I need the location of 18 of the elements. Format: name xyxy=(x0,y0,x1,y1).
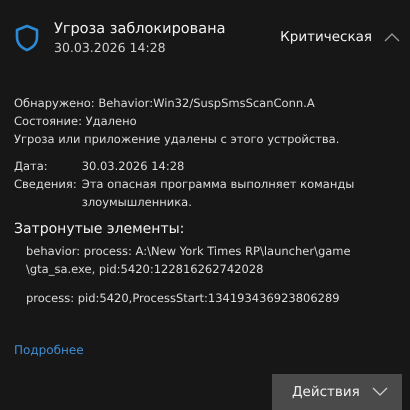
affected-item: process: pid:5420,ProcessStart:134193436923806289 xyxy=(26,290,341,307)
chevron-down-icon xyxy=(372,387,388,397)
status-note: Угроза или приложение удалены с этого устройства. xyxy=(14,131,340,148)
detail-line: Состояние: Удалено xyxy=(14,113,138,130)
info-label: Сведения: xyxy=(14,176,77,193)
detail-line: Обнаружено: Behavior:Win32/SuspSmsScanConn.A xyxy=(14,95,316,112)
shield-icon xyxy=(14,24,40,52)
info-value: Эта опасная программа выполняет команды злоумышленника. xyxy=(82,176,356,211)
more-link[interactable]: Подробнее xyxy=(14,343,84,357)
info-value: 30.03.2026 14:28 xyxy=(82,158,186,175)
section-heading: Затронутые элементы: xyxy=(14,220,186,239)
severity-label: Критическая xyxy=(280,29,372,45)
actions-button[interactable]: Действия xyxy=(272,374,402,410)
timestamp: 30.03.2026 14:28 xyxy=(54,39,167,56)
affected-item: behavior: process: A:\New York Times RP\launcher\game \gta_sa.exe, pid:5420:122816262742028 xyxy=(26,243,352,278)
info-label: Дата: xyxy=(14,158,49,175)
notification-title: Угроза заблокирована xyxy=(54,20,226,39)
collapse-button[interactable] xyxy=(384,32,400,42)
